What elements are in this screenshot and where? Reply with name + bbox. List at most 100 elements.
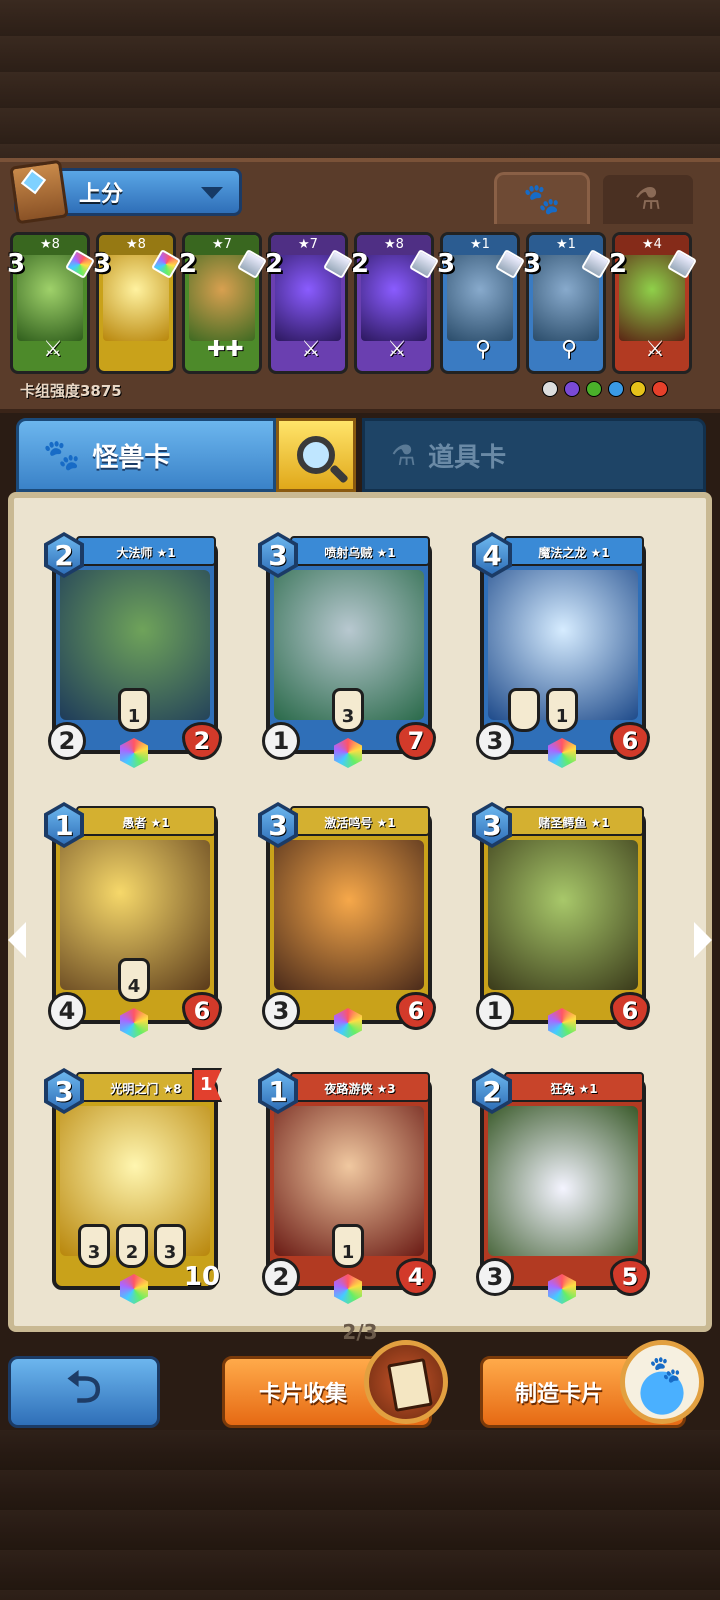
- tab-item-label: 道具卡: [428, 442, 507, 473]
- attack-value: 3: [262, 992, 300, 1030]
- flask-icon: ⚗: [391, 438, 417, 472]
- paw-icon: 🐾: [43, 437, 81, 473]
- deck-card-cost: 2: [609, 249, 628, 279]
- health-value: 7: [396, 722, 436, 760]
- health-value: 6: [396, 992, 436, 1030]
- ability-badge: 1: [332, 1224, 364, 1268]
- monster-card[interactable]: 夜路游侠 ★3 1 1 2 4: [258, 1068, 436, 1304]
- health-value: 10: [183, 1262, 221, 1292]
- search-button[interactable]: [276, 418, 356, 492]
- card-collection-label: 卡片收集: [259, 1382, 348, 1407]
- flask-icon: ⚗: [634, 182, 662, 217]
- heal-icon: ✚✚: [207, 337, 244, 362]
- craft-card-label: 制造卡片: [515, 1382, 604, 1407]
- ability-badge: 3: [332, 688, 364, 732]
- health-value: 2: [182, 722, 222, 760]
- item-filter-tab[interactable]: ⚗: [600, 172, 696, 224]
- nature-faction-icon: [586, 381, 602, 397]
- sword-icon: ⚔: [387, 337, 407, 362]
- previous-page-arrow-icon[interactable]: [8, 922, 26, 958]
- faction-icons: [542, 381, 668, 397]
- attack-value: 2: [262, 1258, 300, 1296]
- card-name: 夜路游侠 ★3: [290, 1072, 430, 1102]
- ability-badge: [508, 688, 540, 732]
- health-value: 5: [610, 1258, 650, 1296]
- attack-value: 4: [48, 992, 86, 1030]
- card-name: 愚者 ★1: [76, 806, 216, 836]
- monster-card[interactable]: 魔法之龙 ★1 4 1 3 6: [472, 532, 650, 768]
- next-page-arrow-icon[interactable]: [694, 922, 712, 958]
- ability-badge: 4: [118, 958, 150, 1002]
- attack-value: 1: [476, 992, 514, 1030]
- card-name: 大法师 ★1: [76, 536, 216, 566]
- fire-faction-icon: [652, 381, 668, 397]
- card-name: 魔法之龙 ★1: [504, 536, 644, 566]
- health-value: 6: [610, 992, 650, 1030]
- ability-badge: 3: [154, 1224, 186, 1268]
- ability-badge: 2: [116, 1224, 148, 1268]
- monster-filter-tab[interactable]: 🐾: [494, 172, 590, 224]
- deck-card[interactable]: ★8 3: [93, 232, 182, 374]
- tab-monster-cards[interactable]: 🐾 怪兽卡: [16, 418, 276, 492]
- hook-icon: ⚲: [474, 337, 492, 362]
- magnifier-icon: [297, 436, 335, 474]
- deck-card[interactable]: ★8 2 ⚔: [351, 232, 440, 374]
- card-name: 激活鸣号 ★1: [290, 806, 430, 836]
- deck-card[interactable]: ★1 3 ⚲: [437, 232, 526, 374]
- light-faction-icon: [630, 381, 646, 397]
- attack-value: 1: [262, 722, 300, 760]
- paw-icon: 🐾: [523, 182, 561, 217]
- monster-card[interactable]: 狂兔 ★1 2 3 5: [472, 1068, 650, 1304]
- deck-card-cost: 2: [179, 249, 198, 279]
- deck-card-cost: 2: [265, 249, 284, 279]
- card-collection-icon[interactable]: [364, 1340, 448, 1424]
- ability-badge: 1: [546, 688, 578, 732]
- deck-card-cost: 3: [523, 249, 542, 279]
- health-value: 4: [396, 1258, 436, 1296]
- hook-icon: ⚲: [560, 337, 578, 362]
- sword-icon: ⚔: [43, 337, 63, 362]
- card-art: [488, 1106, 638, 1256]
- deck-card-cost: 3: [437, 249, 456, 279]
- deck-card[interactable]: ★1 3 ⚲: [523, 232, 612, 374]
- deck-selector[interactable]: 上分: [9, 159, 242, 225]
- arcane-faction-icon: [564, 381, 580, 397]
- sword-icon: ⚔: [301, 337, 321, 362]
- ability-badge: 1: [118, 688, 150, 732]
- sword-icon: ⚔: [645, 337, 665, 362]
- attack-value: 3: [476, 722, 514, 760]
- monster-card[interactable]: 激活鸣号 ★1 3 3 6: [258, 802, 436, 1038]
- dropdown-arrow-icon: [201, 187, 223, 199]
- health-value: 6: [182, 992, 222, 1030]
- deck-card[interactable]: ★7 2 ⚔: [265, 232, 354, 374]
- card-type-tabs: 🐾 怪兽卡 ⚗ 道具卡: [14, 418, 708, 496]
- deck-book-icon: [9, 159, 69, 225]
- deck-power: 卡组强度3875: [20, 382, 122, 400]
- back-button[interactable]: ⮌: [8, 1356, 160, 1428]
- deck-card-row: ★8 3 ⚔ ★8 3 ★7 2 ✚✚ ★7 2 ⚔ ★8 2 ⚔ ★1 3 ⚲: [7, 232, 710, 382]
- neutral-faction-icon: [542, 381, 558, 397]
- deck-card-cost: 2: [351, 249, 370, 279]
- monster-card[interactable]: 愚者 ★1 1 4 4 6: [44, 802, 222, 1038]
- monster-card[interactable]: 光明之门 ★8 1 3 3 2 3 10: [44, 1068, 222, 1304]
- tab-monster-label: 怪兽卡: [92, 442, 171, 473]
- health-value: 6: [610, 722, 650, 760]
- card-art: [274, 840, 424, 990]
- back-arrow-icon: ⮌: [66, 1361, 102, 1413]
- bottom-wood-background: [0, 1430, 720, 1600]
- water-faction-icon: [608, 381, 624, 397]
- deck-card-cost: 3: [7, 249, 26, 279]
- tab-item-cards[interactable]: ⚗ 道具卡: [362, 418, 706, 492]
- deck-card[interactable]: ★7 2 ✚✚: [179, 232, 268, 374]
- deck-card-cost: 3: [93, 249, 112, 279]
- card-art: [488, 840, 638, 990]
- attack-value: 2: [48, 722, 86, 760]
- page-indicator: 2/3: [342, 1320, 378, 1344]
- deck-card[interactable]: ★8 3 ⚔: [7, 232, 96, 374]
- monster-card[interactable]: 大法师 ★1 2 1 2 2: [44, 532, 222, 768]
- deck-card[interactable]: ★4 2 ⚔: [609, 232, 698, 374]
- monster-card[interactable]: 赌圣鳄鱼 ★1 3 1 6: [472, 802, 650, 1038]
- deck-name: 上分: [79, 182, 124, 207]
- monster-card[interactable]: 喷射乌贼 ★1 3 3 1 7: [258, 532, 436, 768]
- craft-potion-icon[interactable]: [620, 1340, 704, 1424]
